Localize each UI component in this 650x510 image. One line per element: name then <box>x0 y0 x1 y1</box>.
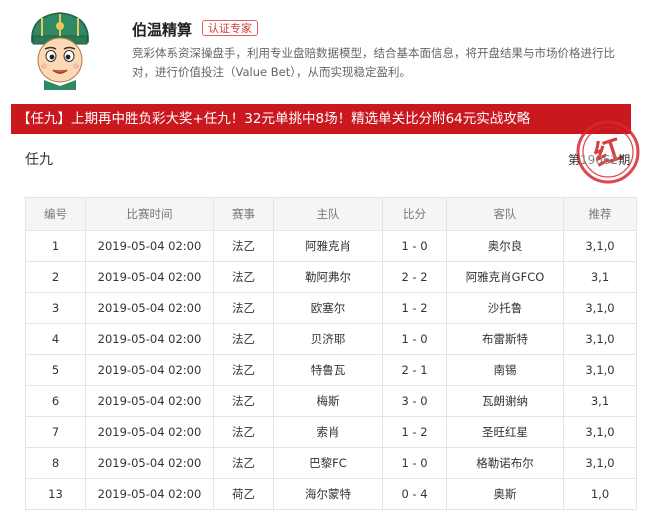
home-team-cell[interactable]: 索肖 <box>273 416 383 448</box>
table-row[interactable]: 5 2019-05-04 02:00 法乙 特鲁瓦 2 - 1 南锡 3,1,0 <box>25 354 637 386</box>
issue-suffix: 期 <box>618 153 631 167</box>
away-team-cell[interactable]: 圣旺红星 <box>446 416 564 448</box>
score-cell: 2 - 1 <box>382 354 447 386</box>
score-cell: 1 - 2 <box>382 292 447 324</box>
table-row[interactable]: 1 2019-05-04 02:00 法乙 阿雅克肖 1 - 0 奥尔良 3,1,0 <box>25 230 637 262</box>
match-time-cell: 2019-05-04 02:00 <box>85 323 214 355</box>
expert-description: 竞彩体系资深操盘手，利用专业盘赔数据模型，结合基本面信息，将开盘结果与市场价格进… <box>132 46 615 79</box>
recommendation-cell: 3,1,0 <box>563 416 637 448</box>
league-cell: 法乙 <box>213 292 274 324</box>
away-team-cell[interactable]: 布雷斯特 <box>446 323 564 355</box>
league-cell: 荷乙 <box>213 478 274 510</box>
match-time-cell: 2019-05-04 02:00 <box>85 354 214 386</box>
league-cell: 法乙 <box>213 385 274 417</box>
score-cell: 1 - 0 <box>382 323 447 355</box>
header-league: 赛事 <box>213 197 274 231</box>
away-team-cell[interactable]: 阿雅克肖GFCO <box>446 261 564 293</box>
table-row[interactable]: 8 2019-05-04 02:00 法乙 巴黎FC 1 - 0 格勒诺布尔 3,1,0 <box>25 447 637 479</box>
away-team-cell[interactable]: 格勒诺布尔 <box>446 447 564 479</box>
league-cell: 法乙 <box>213 447 274 479</box>
header-home-team: 主队 <box>273 197 383 231</box>
table-row[interactable]: 3 2019-05-04 02:00 法乙 欧塞尔 1 - 2 沙托鲁 3,1,0 <box>25 292 637 324</box>
home-team-cell[interactable]: 梅斯 <box>273 385 383 417</box>
recommendation-cell: 3,1,0 <box>563 292 637 324</box>
score-cell: 1 - 0 <box>382 447 447 479</box>
league-cell: 法乙 <box>213 323 274 355</box>
cartoon-avatar-icon[interactable] <box>22 8 98 90</box>
home-team-cell[interactable]: 阿雅克肖 <box>273 230 383 262</box>
league-cell: 法乙 <box>213 261 274 293</box>
promo-banner[interactable]: 【任九】上期再中胜负彩大奖+任九！32元单挑中8场！精选单关比分附64元实战攻略 <box>11 104 631 134</box>
home-team-cell[interactable]: 海尔蒙特 <box>273 478 383 510</box>
header-id: 编号 <box>25 197 86 231</box>
match-time-cell: 2019-05-04 02:00 <box>85 261 214 293</box>
away-team-cell[interactable]: 沙托鲁 <box>446 292 564 324</box>
header-match-time: 比赛时间 <box>85 197 214 231</box>
id-cell: 8 <box>25 447 86 479</box>
recommendation-cell: 3,1,0 <box>563 447 637 479</box>
header-score: 比分 <box>382 197 447 231</box>
match-time-cell: 2019-05-04 02:00 <box>85 478 214 510</box>
table-row[interactable]: 2 2019-05-04 02:00 法乙 勒阿弗尔 2 - 2 阿雅克肖GFCO 3,1 <box>25 261 637 293</box>
away-team-cell[interactable]: 瓦朗谢纳 <box>446 385 564 417</box>
league-cell: 法乙 <box>213 230 274 262</box>
id-cell: 2 <box>25 261 86 293</box>
verified-expert-badge: 认证专家 <box>202 20 258 36</box>
recommendation-cell: 3,1,0 <box>563 230 637 262</box>
table-header-row: 编号 比赛时间 赛事 主队 比分 客队 推荐 <box>25 197 637 231</box>
table-row[interactable]: 13 2019-05-04 02:00 荷乙 海尔蒙特 0 - 4 奥斯 1,0 <box>25 478 637 510</box>
id-cell: 7 <box>25 416 86 448</box>
table-body: 1 2019-05-04 02:00 法乙 阿雅克肖 1 - 0 奥尔良 3,1,0 2 201… <box>25 230 637 510</box>
table-row[interactable]: 4 2019-05-04 02:00 法乙 贝济耶 1 - 0 布雷斯特 3,1,0 <box>25 323 637 355</box>
score-cell: 1 - 0 <box>382 230 447 262</box>
table-row[interactable]: 7 2019-05-04 02:00 法乙 索肖 1 - 2 圣旺红星 3,1,0 <box>25 416 637 448</box>
id-cell: 1 <box>25 230 86 262</box>
score-cell: 0 - 4 <box>382 478 447 510</box>
expert-profile-card: 伯温精算 认证专家 竞彩体系资深操盘手，利用专业盘赔数据模型，结合基本面信息，将… <box>0 0 650 98</box>
away-team-cell[interactable]: 奥斯 <box>446 478 564 510</box>
match-time-cell: 2019-05-04 02:00 <box>85 447 214 479</box>
issue-prefix: 第 <box>568 153 581 167</box>
id-cell: 13 <box>25 478 86 510</box>
match-time-cell: 2019-05-04 02:00 <box>85 416 214 448</box>
match-time-cell: 2019-05-04 02:00 <box>85 292 214 324</box>
id-cell: 3 <box>25 292 86 324</box>
match-time-cell: 2019-05-04 02:00 <box>85 385 214 417</box>
home-team-cell[interactable]: 巴黎FC <box>273 447 383 479</box>
header-away-team: 客队 <box>446 197 564 231</box>
issue-number: 第19062期 <box>568 151 630 168</box>
home-team-cell[interactable]: 欧塞尔 <box>273 292 383 324</box>
id-cell: 5 <box>25 354 86 386</box>
home-team-cell[interactable]: 特鲁瓦 <box>273 354 383 386</box>
section-title: 任九 <box>25 152 53 168</box>
home-team-cell[interactable]: 勒阿弗尔 <box>273 261 383 293</box>
table-row[interactable]: 6 2019-05-04 02:00 法乙 梅斯 3 - 0 瓦朗谢纳 3,1 <box>25 385 637 417</box>
home-team-cell[interactable]: 贝济耶 <box>273 323 383 355</box>
expert-name[interactable]: 伯温精算 <box>132 19 192 40</box>
league-cell: 法乙 <box>213 416 274 448</box>
id-cell: 6 <box>25 385 86 417</box>
league-cell: 法乙 <box>213 354 274 386</box>
score-cell: 1 - 2 <box>382 416 447 448</box>
away-team-cell[interactable]: 南锡 <box>446 354 564 386</box>
recommendation-cell: 1,0 <box>563 478 637 510</box>
header-recommendation: 推荐 <box>563 197 637 231</box>
recommendation-cell: 3,1 <box>563 261 637 293</box>
score-cell: 2 - 2 <box>382 261 447 293</box>
match-time-cell: 2019-05-04 02:00 <box>85 230 214 262</box>
issue-value: 19062 <box>580 153 619 167</box>
recommendation-cell: 3,1 <box>563 385 637 417</box>
recommendation-cell: 3,1,0 <box>563 354 637 386</box>
recommendation-cell: 3,1,0 <box>563 323 637 355</box>
score-cell: 3 - 0 <box>382 385 447 417</box>
away-team-cell[interactable]: 奥尔良 <box>446 230 564 262</box>
id-cell: 4 <box>25 323 86 355</box>
recommendation-table: 编号 比赛时间 赛事 主队 比分 客队 推荐 1 2019-05-04 02:00 法乙 阿雅克肖… <box>25 197 637 510</box>
